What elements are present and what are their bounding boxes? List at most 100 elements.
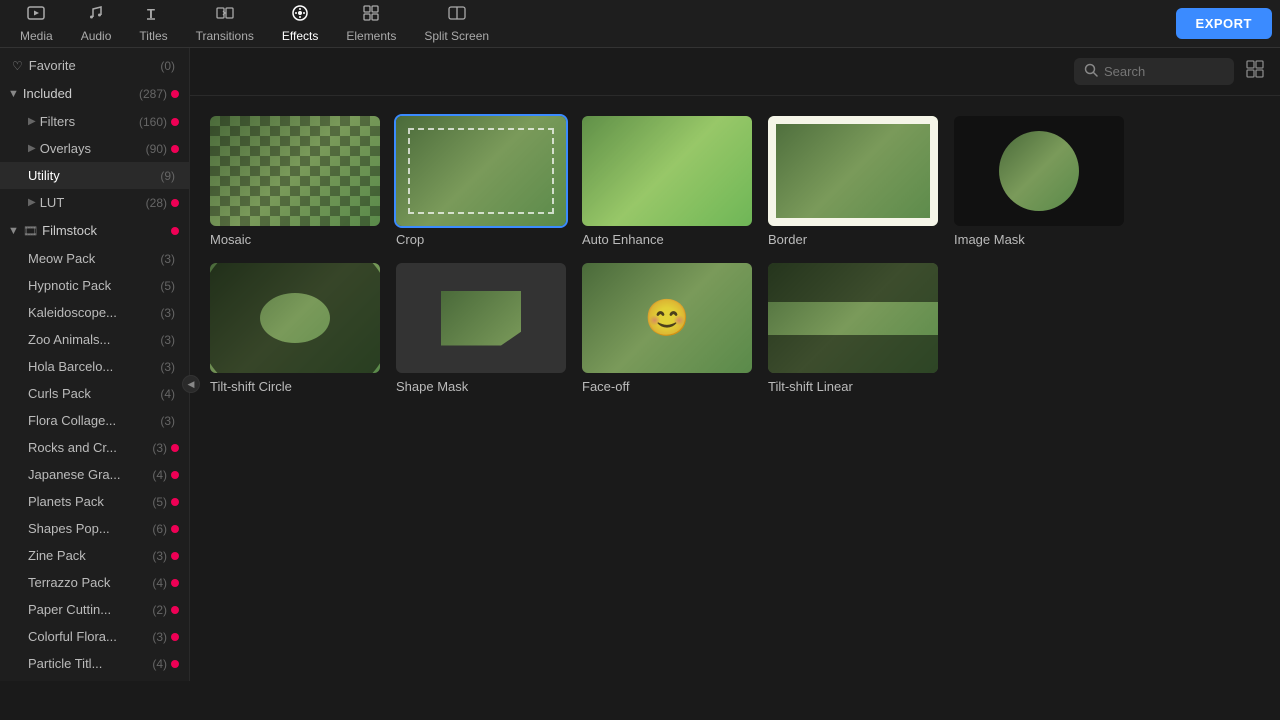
sidebar-item-pack-7[interactable]: Rocks and Cr... (3) bbox=[0, 434, 189, 461]
search-input[interactable] bbox=[1104, 64, 1224, 79]
nav-media-label: Media bbox=[20, 29, 53, 43]
effects-icon bbox=[291, 4, 309, 27]
transitions-icon bbox=[216, 4, 234, 27]
effect-card-tiltshift-linear[interactable]: Tilt-shift Linear bbox=[768, 263, 938, 394]
pack-dot-9 bbox=[171, 498, 179, 506]
sidebar-item-pack-9[interactable]: Planets Pack (5) bbox=[0, 488, 189, 515]
pack-count-14: (3) bbox=[152, 630, 167, 644]
pack-label-15: Particle Titl... bbox=[28, 656, 152, 671]
nav-media[interactable]: Media bbox=[8, 2, 65, 46]
sidebar-item-included[interactable]: ▼ Included (287) bbox=[0, 79, 189, 108]
sidebar-item-filters[interactable]: ▶ Filters (160) bbox=[0, 108, 189, 135]
sidebar-item-utility[interactable]: Utility (9) bbox=[0, 162, 189, 189]
pack-count-3: (3) bbox=[160, 333, 175, 347]
effect-thumb-tiltshift-linear bbox=[768, 263, 938, 373]
audio-icon bbox=[87, 4, 105, 27]
sidebar-item-pack-8[interactable]: Japanese Gra... (4) bbox=[0, 461, 189, 488]
effect-label-border: Border bbox=[768, 232, 938, 247]
effect-card-mosaic[interactable]: Mosaic bbox=[210, 116, 380, 247]
pack-label-10: Shapes Pop... bbox=[28, 521, 152, 536]
media-icon bbox=[27, 4, 45, 27]
sidebar: ♡ Favorite (0) ▼ Included (287) ▶ Filter… bbox=[0, 48, 190, 681]
pack-label-0: Meow Pack bbox=[28, 251, 160, 266]
filmstock-dot bbox=[171, 227, 179, 235]
effect-thumb-auto-enhance bbox=[582, 116, 752, 226]
sidebar-item-pack-12[interactable]: Terrazzo Pack (4) bbox=[0, 569, 189, 596]
pack-count-15: (4) bbox=[152, 657, 167, 671]
pack-count-5: (4) bbox=[160, 387, 175, 401]
sidebar-item-lut[interactable]: ▶ LUT (28) bbox=[0, 189, 189, 216]
sidebar-included-label: Included bbox=[23, 86, 139, 101]
pack-count-2: (3) bbox=[160, 306, 175, 320]
effect-card-face-off[interactable]: Face-off bbox=[582, 263, 752, 394]
pack-count-1: (5) bbox=[160, 279, 175, 293]
effect-card-auto-enhance[interactable]: Auto Enhance bbox=[582, 116, 752, 247]
content-toolbar bbox=[190, 48, 1280, 96]
effect-card-border[interactable]: Border bbox=[768, 116, 938, 247]
sidebar-item-pack-14[interactable]: Colorful Flora... (3) bbox=[0, 623, 189, 650]
included-chevron-icon: ▼ bbox=[8, 88, 19, 100]
sidebar-item-pack-10[interactable]: Shapes Pop... (6) bbox=[0, 515, 189, 542]
pack-dot-11 bbox=[171, 552, 179, 560]
nav-transitions-label: Transitions bbox=[196, 29, 254, 43]
effect-card-crop[interactable]: Crop bbox=[396, 116, 566, 247]
pack-label-8: Japanese Gra... bbox=[28, 467, 152, 482]
effect-thumb-border bbox=[768, 116, 938, 226]
filters-dot bbox=[171, 118, 179, 126]
pack-dot-12 bbox=[171, 579, 179, 587]
included-dot bbox=[171, 90, 179, 98]
effect-card-tiltshift-circle[interactable]: Tilt-shift Circle bbox=[210, 263, 380, 394]
pack-dot-14 bbox=[171, 633, 179, 641]
effect-label-tiltshift-circle: Tilt-shift Circle bbox=[210, 379, 380, 394]
search-icon bbox=[1084, 63, 1098, 80]
sidebar-overlays-count: (90) bbox=[146, 142, 167, 156]
sidebar-item-pack-0[interactable]: Meow Pack (3) bbox=[0, 245, 189, 272]
sidebar-item-overlays[interactable]: ▶ Overlays (90) bbox=[0, 135, 189, 162]
nav-elements[interactable]: Elements bbox=[334, 2, 408, 46]
pack-dot-8 bbox=[171, 471, 179, 479]
nav-titles[interactable]: T Titles bbox=[127, 2, 179, 46]
elements-icon bbox=[362, 4, 380, 27]
sidebar-item-pack-11[interactable]: Zine Pack (3) bbox=[0, 542, 189, 569]
lut-chevron-icon: ▶ bbox=[28, 197, 36, 208]
effect-card-shape-mask[interactable]: Shape Mask bbox=[396, 263, 566, 394]
sidebar-item-pack-5[interactable]: Curls Pack (4) bbox=[0, 380, 189, 407]
sidebar-item-pack-3[interactable]: Zoo Animals... (3) bbox=[0, 326, 189, 353]
sidebar-item-pack-4[interactable]: Hola Barcelo... (3) bbox=[0, 353, 189, 380]
nav-split-screen[interactable]: Split Screen bbox=[412, 2, 501, 46]
sidebar-item-pack-2[interactable]: Kaleidoscope... (3) bbox=[0, 299, 189, 326]
pack-count-9: (5) bbox=[152, 495, 167, 509]
effect-thumb-crop bbox=[396, 116, 566, 226]
sidebar-collapse-button[interactable]: ◀ bbox=[182, 375, 200, 393]
sidebar-item-pack-13[interactable]: Paper Cuttin... (2) bbox=[0, 596, 189, 623]
sidebar-item-pack-15[interactable]: Particle Titl... (4) bbox=[0, 650, 189, 677]
packs-list: Meow Pack (3) Hypnotic Pack (5) Kaleidos… bbox=[0, 245, 189, 677]
sidebar-item-favorite[interactable]: ♡ Favorite (0) bbox=[0, 52, 189, 79]
pack-dot-15 bbox=[171, 660, 179, 668]
search-bar[interactable] bbox=[1074, 58, 1234, 85]
filters-chevron-icon: ▶ bbox=[28, 116, 36, 127]
nav-audio-label: Audio bbox=[81, 29, 112, 43]
export-button[interactable]: EXPORT bbox=[1176, 8, 1272, 39]
grid-view-button[interactable] bbox=[1246, 60, 1264, 83]
pack-count-4: (3) bbox=[160, 360, 175, 374]
nav-transitions[interactable]: Transitions bbox=[184, 2, 266, 46]
pack-count-11: (3) bbox=[152, 549, 167, 563]
nav-audio[interactable]: Audio bbox=[69, 2, 124, 46]
pack-count-0: (3) bbox=[160, 252, 175, 266]
sidebar-item-pack-1[interactable]: Hypnotic Pack (5) bbox=[0, 272, 189, 299]
pack-label-9: Planets Pack bbox=[28, 494, 152, 509]
pack-label-14: Colorful Flora... bbox=[28, 629, 152, 644]
nav-effects[interactable]: Effects bbox=[270, 2, 330, 46]
effects-grid: Mosaic Crop Auto Enhance bbox=[190, 96, 1280, 414]
sidebar-filmstock-label: Filmstock bbox=[42, 223, 171, 238]
content-area: Mosaic Crop Auto Enhance bbox=[190, 48, 1280, 720]
filmstock-chevron-icon: ▼ bbox=[8, 225, 19, 237]
effect-card-image-mask[interactable]: Image Mask bbox=[954, 116, 1124, 247]
effect-thumb-shape-mask bbox=[396, 263, 566, 373]
sidebar-included-count: (287) bbox=[139, 87, 167, 101]
pack-dot-7 bbox=[171, 444, 179, 452]
sidebar-item-filmstock[interactable]: ▼ 🎞 Filmstock bbox=[0, 216, 189, 245]
effect-thumb-face-off bbox=[582, 263, 752, 373]
sidebar-item-pack-6[interactable]: Flora Collage... (3) bbox=[0, 407, 189, 434]
